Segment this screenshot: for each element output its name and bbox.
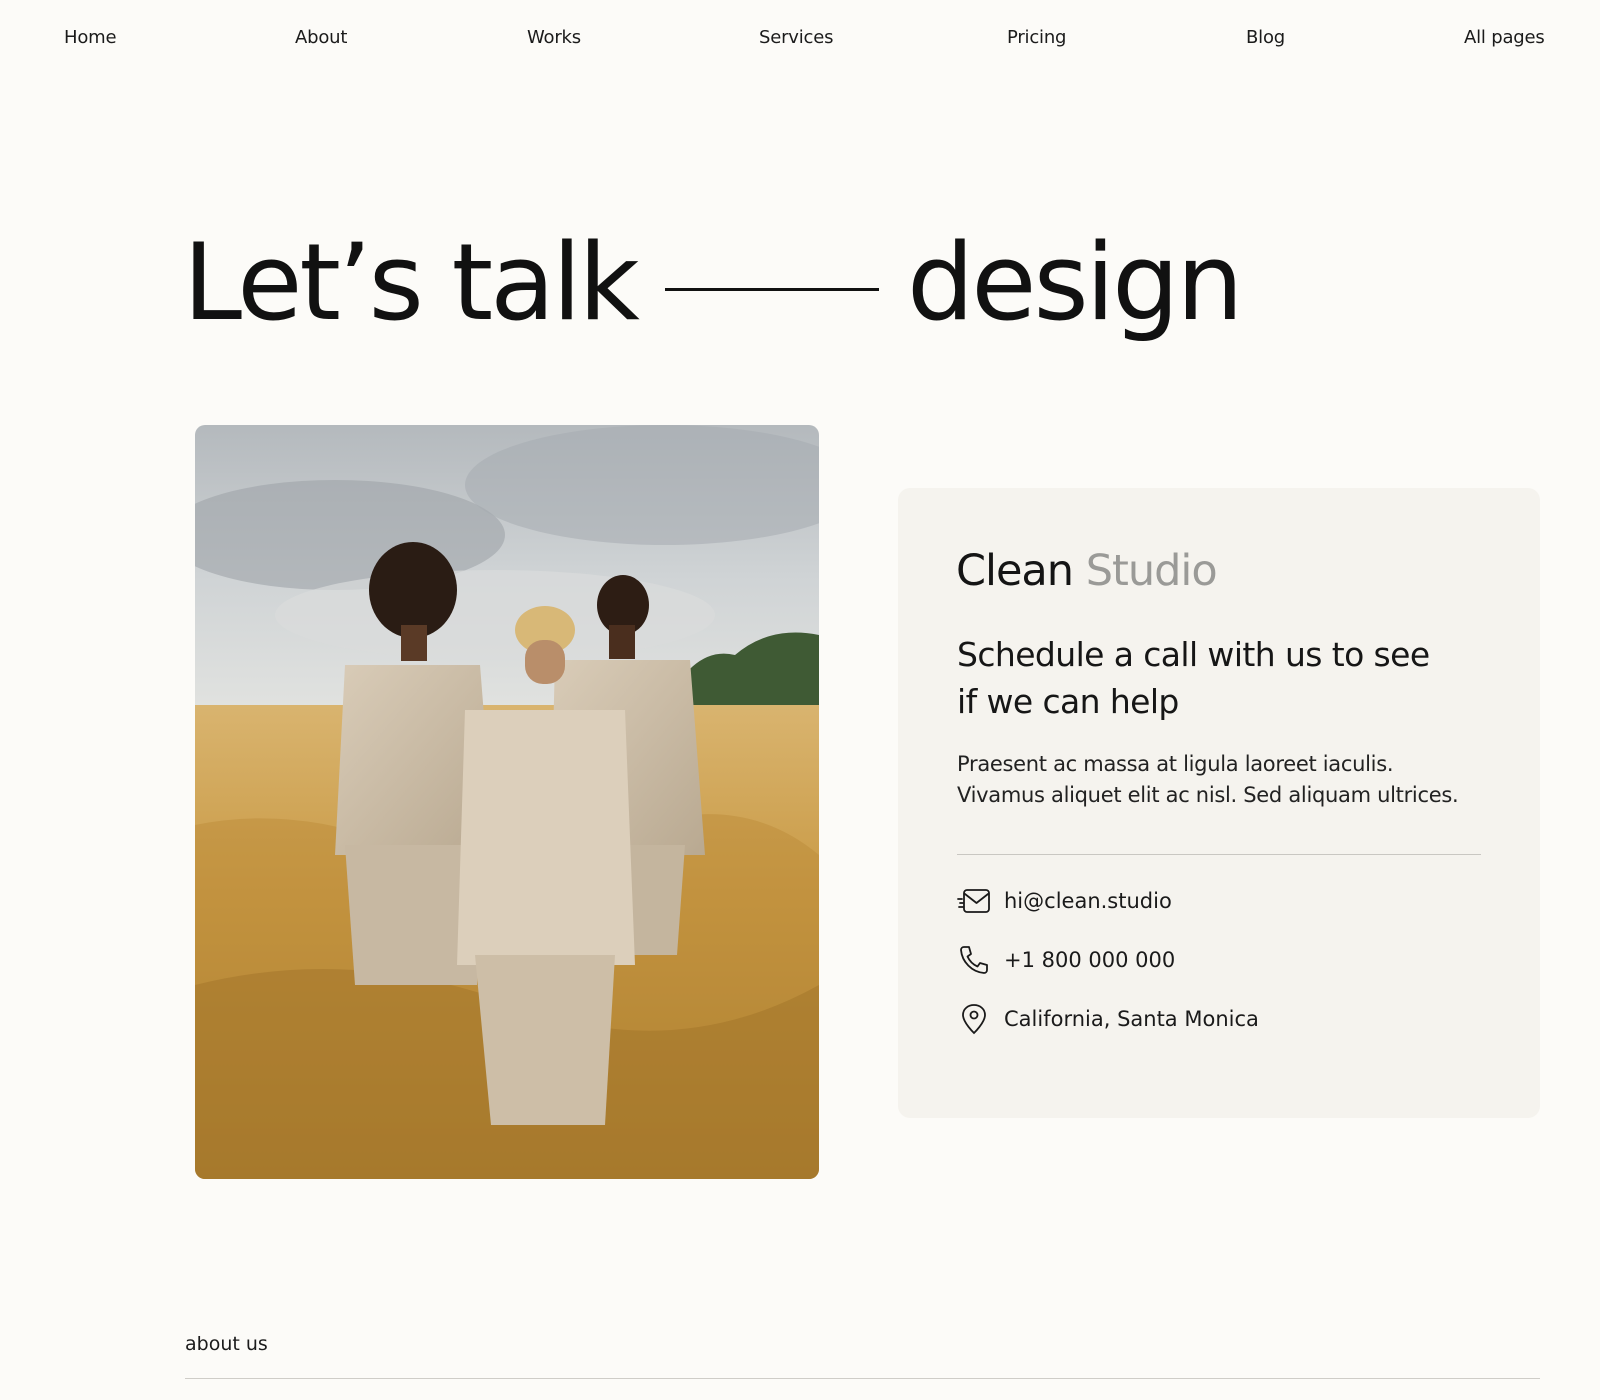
hero-text-left: Let’s talk [183, 221, 640, 344]
card-description: Praesent ac massa at ligula laoreet iacu… [957, 752, 1459, 807]
phone-icon [957, 943, 991, 977]
hero-photo [195, 425, 819, 1179]
about-divider [185, 1378, 1540, 1379]
nav-item-all-pages[interactable]: All pages [1464, 27, 1545, 48]
card-divider [957, 854, 1481, 855]
brand-name: Clean Studio [956, 546, 1218, 596]
map-pin-icon [957, 1002, 991, 1036]
contact-phone-text: +1 800 000 000 [1004, 948, 1176, 972]
hero-dash-line [664, 287, 879, 291]
nav-item-services[interactable]: Services [759, 27, 834, 48]
photo-illustration [195, 425, 819, 1179]
contact-email-link[interactable]: hi@clean.studio [957, 884, 1172, 918]
contact-card: Clean Studio Schedule a call with us to … [898, 488, 1540, 1118]
section-label-about-us: about us [185, 1333, 268, 1355]
contact-address: California, Santa Monica [957, 1002, 1259, 1036]
hero-text-right: design [906, 221, 1244, 344]
brand-name-secondary: Studio [1085, 546, 1218, 596]
top-navigation: Home About Works Services Pricing Blog A… [0, 0, 1600, 80]
nav-item-pricing[interactable]: Pricing [1007, 27, 1066, 48]
hero-headline: Let’s talk design [183, 218, 1244, 348]
mail-icon [957, 884, 991, 918]
contact-address-text: California, Santa Monica [1004, 1007, 1259, 1031]
brand-name-primary: Clean [956, 546, 1074, 596]
nav-item-works[interactable]: Works [527, 27, 581, 48]
contact-phone-link[interactable]: +1 800 000 000 [957, 943, 1175, 977]
nav-item-blog[interactable]: Blog [1246, 27, 1285, 48]
nav-item-about[interactable]: About [295, 27, 347, 48]
card-heading: Schedule a call with us to see if we can… [957, 635, 1430, 721]
nav-item-home[interactable]: Home [64, 27, 117, 48]
contact-email-text: hi@clean.studio [1004, 889, 1172, 913]
